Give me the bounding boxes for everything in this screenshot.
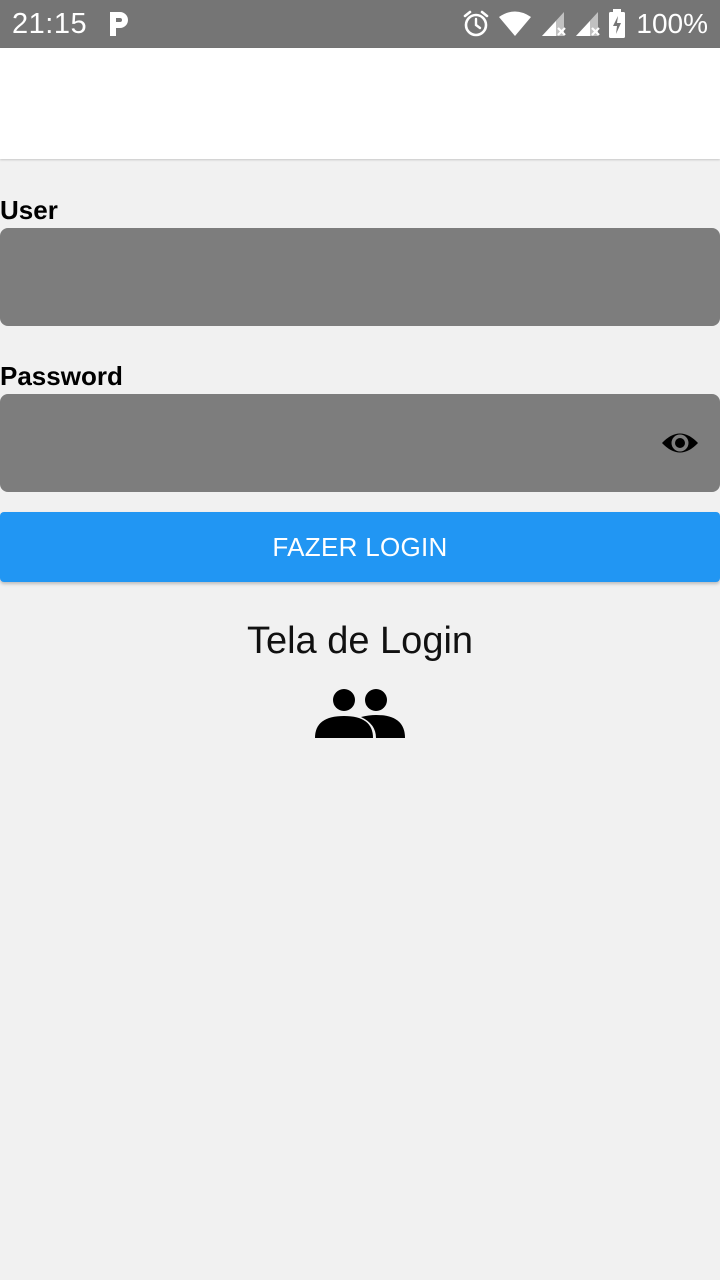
status-time: 21:15 xyxy=(12,8,88,40)
user-field-container xyxy=(0,228,720,326)
login-screen: 21:15 100% User Password FAZER LOGIN Tel… xyxy=(0,0,720,1280)
password-field-container xyxy=(0,394,720,492)
user-input[interactable] xyxy=(16,228,636,326)
battery-charging-icon xyxy=(609,9,626,38)
login-button[interactable]: FAZER LOGIN xyxy=(0,512,720,582)
screen-title: Tela de Login xyxy=(246,620,474,662)
status-icons: 100% xyxy=(462,8,708,40)
signal-icon xyxy=(576,12,601,36)
status-bar: 21:15 100% xyxy=(0,0,720,48)
password-label: Password xyxy=(0,361,123,391)
user-label: User xyxy=(0,195,58,225)
battery-percentage: 100% xyxy=(636,8,708,39)
signal-icon xyxy=(542,12,567,36)
wifi-icon xyxy=(499,11,532,36)
eye-icon[interactable] xyxy=(660,426,700,460)
alarm-icon xyxy=(464,10,489,37)
group-icon xyxy=(315,689,405,738)
app-bar xyxy=(0,48,720,159)
password-input[interactable] xyxy=(16,394,636,492)
parking-icon xyxy=(110,12,128,36)
